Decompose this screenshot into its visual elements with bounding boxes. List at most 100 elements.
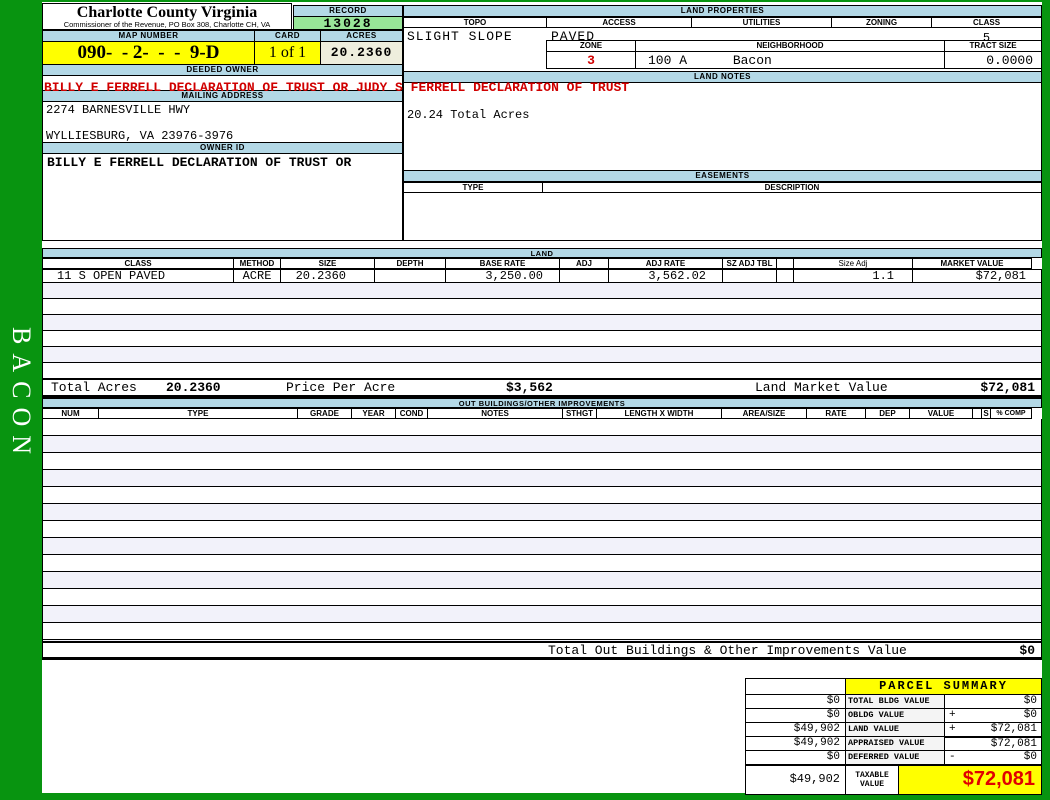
land-row-method: ACRE bbox=[234, 270, 281, 282]
owner-id-header: OWNER ID bbox=[42, 142, 403, 154]
out-buildings-header: NUM TYPE GRADE YEAR COND NOTES STHGT LEN… bbox=[42, 408, 1042, 419]
land-table-header: CLASS METHOD SIZE DEPTH BASE RATE ADJ AD… bbox=[42, 258, 1042, 269]
land-row-sz-adj-tbl bbox=[723, 270, 777, 282]
out-buildings-total-label: Total Out Buildings & Other Improvements… bbox=[548, 643, 907, 658]
land-section-title: LAND bbox=[42, 248, 1042, 258]
land-row-spacer bbox=[777, 270, 794, 282]
owner-id-value: BILLY E FERRELL DECLARATION OF TRUST OR bbox=[47, 155, 352, 170]
ob-header-year: YEAR bbox=[351, 408, 396, 419]
land-notes-text: 20.24 Total Acres bbox=[407, 108, 530, 122]
ob-header-notes: NOTES bbox=[427, 408, 563, 419]
value-obldg-value: + $0 bbox=[944, 708, 1042, 723]
out-buildings-empty-rows bbox=[42, 419, 1042, 641]
land-header-size: SIZE bbox=[280, 258, 375, 269]
prior-total-bldg-value: $0 bbox=[745, 694, 846, 709]
ob-header-rate: RATE bbox=[806, 408, 866, 419]
class-column-header: CLASS bbox=[931, 17, 1042, 28]
total-acres-label: Total Acres bbox=[51, 380, 137, 395]
ob-header-grade: GRADE bbox=[297, 408, 352, 419]
label-land-value: LAND VALUE bbox=[845, 722, 945, 737]
tract-size-value: 0.0000 bbox=[944, 51, 1042, 69]
acres-value: 20.2360 bbox=[320, 41, 403, 65]
land-row-size-adj: 1.1 bbox=[794, 270, 913, 282]
land-table-row: 11 S OPEN PAVED ACRE 20.2360 3,250.00 3,… bbox=[42, 269, 1042, 283]
amount-land-value: $72,081 bbox=[990, 723, 1037, 735]
amount-taxable-value: $72,081 bbox=[898, 764, 1042, 795]
ob-header-length-width: LENGTH X WIDTH bbox=[596, 408, 722, 419]
op-obldg-value: + bbox=[949, 709, 956, 721]
land-row-market-value: $72,081 bbox=[975, 270, 1026, 282]
label-taxable-value: TAXABLE VALUE bbox=[845, 764, 899, 795]
access-column-header: ACCESS bbox=[546, 17, 692, 28]
topo-value: SLIGHT SLOPE bbox=[407, 29, 513, 44]
land-totals-row: Total Acres 20.2360 Price Per Acre $3,56… bbox=[42, 378, 1042, 398]
easements-columns: TYPE DESCRIPTION bbox=[403, 182, 1042, 193]
prior-deferred-value: $0 bbox=[745, 750, 846, 765]
land-header-base-rate: BASE RATE bbox=[445, 258, 560, 269]
amount-deferred-value: $0 bbox=[1023, 751, 1037, 763]
land-market-value-label: Land Market Value bbox=[755, 380, 888, 395]
label-obldg-value: OBLDG VALUE bbox=[845, 708, 945, 723]
neighborhood-vertical-label: BACON bbox=[7, 326, 36, 464]
value-appraised-value: $72,081 bbox=[944, 736, 1042, 751]
out-buildings-total-value: $0 bbox=[1019, 643, 1035, 658]
ob-header-num: NUM bbox=[42, 408, 99, 419]
prior-taxable-value: $49,902 bbox=[745, 764, 846, 795]
county-subtitle: Commissioner of the Revenue, PO Box 308,… bbox=[63, 20, 271, 29]
amount-obldg-value: $0 bbox=[1023, 709, 1037, 721]
parcel-summary: PARCEL SUMMARY $0 TOTAL BLDG VALUE $0 $0… bbox=[745, 678, 1042, 795]
land-header-depth: DEPTH bbox=[374, 258, 446, 269]
land-market-value: $72,081 bbox=[980, 380, 1035, 395]
land-header-size-adj: Size Adj bbox=[793, 258, 913, 269]
land-row-adj bbox=[560, 270, 609, 282]
value-total-bldg-value: $0 bbox=[944, 694, 1042, 709]
mailing-address-line1: 2274 BARNESVILLE HWY bbox=[46, 103, 191, 117]
value-land-value: + $72,081 bbox=[944, 722, 1042, 737]
neighborhood-code: 100 A bbox=[648, 53, 688, 68]
amount-appraised-value: $72,081 bbox=[990, 738, 1037, 750]
land-header-adj: ADJ bbox=[559, 258, 609, 269]
out-buildings-title: OUT BUILDINGS/OTHER IMPROVEMENTS bbox=[42, 398, 1042, 408]
land-header-market-value: MARKET VALUE bbox=[912, 258, 1032, 269]
land-header-sz-adj-tbl: SZ ADJ TBL bbox=[722, 258, 777, 269]
card-value: 1 of 1 bbox=[254, 41, 321, 65]
prior-land-value: $49,902 bbox=[745, 722, 846, 737]
prior-obldg-value: $0 bbox=[745, 708, 846, 723]
op-land-value: + bbox=[949, 723, 956, 735]
map-number-value: 090- - 2- - - 9-D bbox=[42, 41, 255, 65]
deeded-owner-value: BILLY E FERRELL DECLARATION OF TRUST OR … bbox=[44, 80, 630, 95]
ob-header-value: VALUE bbox=[909, 408, 973, 419]
price-per-acre-label: Price Per Acre bbox=[286, 380, 396, 395]
land-header-class: CLASS bbox=[42, 258, 234, 269]
card-content: Charlotte County Virginia Commissioner o… bbox=[42, 2, 1042, 795]
price-per-acre-value: $3,562 bbox=[506, 380, 553, 395]
ob-header-sthgt: STHGT bbox=[562, 408, 597, 419]
land-header-adj-rate: ADJ RATE bbox=[608, 258, 723, 269]
mailing-address-line2: WYLLIESBURG, VA 23976-3976 bbox=[46, 129, 234, 143]
land-row-depth bbox=[375, 270, 446, 282]
land-row-base-rate: 3,250.00 bbox=[446, 270, 560, 282]
ob-header-area-size: AREA/SIZE bbox=[721, 408, 807, 419]
utilities-column-header: UTILITIES bbox=[691, 17, 832, 28]
zoning-column-header: ZONING bbox=[831, 17, 932, 28]
land-row-class: 11 S OPEN PAVED bbox=[43, 270, 234, 282]
value-deferred-value: - $0 bbox=[944, 750, 1042, 765]
ob-header-cond: COND bbox=[395, 408, 428, 419]
easement-type-header: TYPE bbox=[403, 182, 543, 193]
county-title: Charlotte County Virginia bbox=[76, 4, 258, 21]
amount-total-bldg-value: $0 bbox=[1023, 695, 1037, 707]
neighborhood-value: 100 A Bacon bbox=[635, 51, 945, 69]
ob-header-type: TYPE bbox=[98, 408, 298, 419]
zone-value: 3 bbox=[546, 51, 636, 69]
land-header-spacer bbox=[776, 258, 794, 269]
label-appraised-value: APPRAISED VALUE bbox=[845, 736, 945, 751]
ob-header-dep: DEP bbox=[865, 408, 910, 419]
prior-appraised-value: $49,902 bbox=[745, 736, 846, 751]
land-header-method: METHOD bbox=[233, 258, 281, 269]
label-deferred-value: DEFERRED VALUE bbox=[845, 750, 945, 765]
easement-description-header: DESCRIPTION bbox=[542, 182, 1042, 193]
parcel-summary-corner-cell bbox=[745, 678, 846, 695]
land-row-size: 20.2360 bbox=[281, 270, 375, 282]
out-buildings-total-row: Total Out Buildings & Other Improvements… bbox=[42, 641, 1042, 660]
op-deferred-value: - bbox=[949, 751, 956, 763]
